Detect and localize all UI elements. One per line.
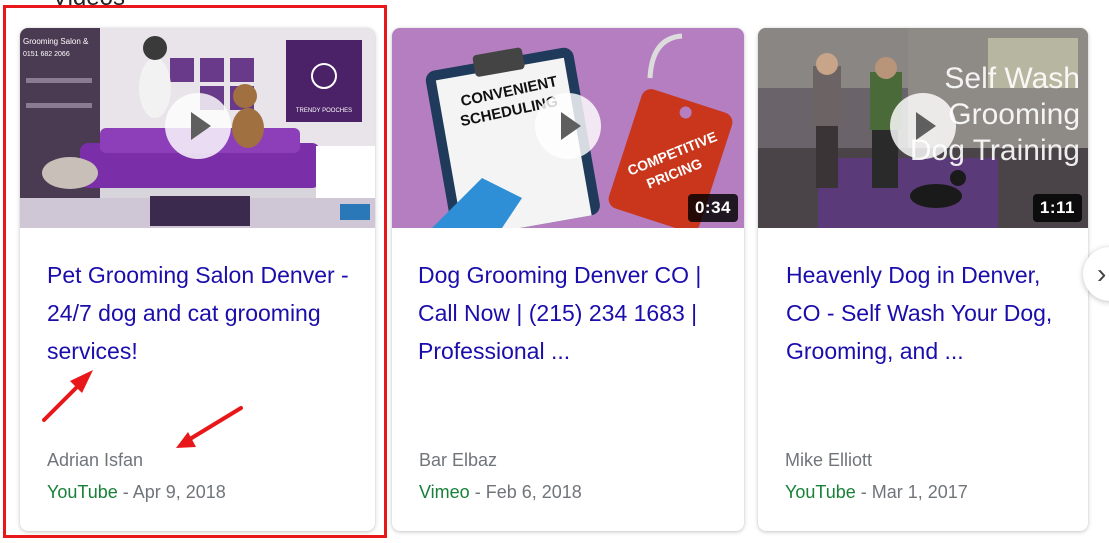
- video-meta: YouTube - Apr 9, 2018: [47, 482, 226, 503]
- video-card-2[interactable]: CONVENIENT SCHEDULING COMPETITIVE PRICIN…: [392, 28, 744, 531]
- video-meta: Vimeo - Feb 6, 2018: [419, 482, 582, 503]
- thumb-overlay-2: Grooming: [948, 98, 1080, 131]
- video-duration: 0:34: [687, 194, 738, 222]
- video-title[interactable]: Pet Grooming Salon Denver - 24/7 dog and…: [47, 256, 361, 370]
- play-icon[interactable]: [890, 93, 956, 159]
- video-card-3[interactable]: Self Wash Grooming Dog Training 1:11 Hea…: [758, 28, 1088, 531]
- video-title[interactable]: Dog Grooming Denver CO | Call Now | (215…: [418, 256, 730, 370]
- thumb-overlay-1: Self Wash: [944, 62, 1080, 95]
- video-author: Mike Elliott: [785, 450, 873, 470]
- play-icon[interactable]: [164, 93, 231, 159]
- play-icon[interactable]: [535, 93, 601, 159]
- thumb-sign-top: Grooming Salon &: [23, 37, 89, 46]
- meta-separator: -: [855, 482, 872, 502]
- video-thumbnail-3[interactable]: Self Wash Grooming Dog Training 1:11: [758, 28, 1088, 228]
- video-date: Feb 6, 2018: [485, 482, 582, 502]
- video-source: Vimeo: [419, 482, 470, 502]
- thumb-sign-phone: 0151 682 2066: [23, 51, 70, 58]
- video-source: YouTube: [785, 482, 856, 502]
- meta-separator: -: [469, 482, 486, 502]
- video-card-1[interactable]: Grooming Salon & 0151 682 2066 TRENDY PO…: [20, 28, 375, 531]
- section-heading: Videos: [52, 0, 125, 10]
- video-thumbnail-1[interactable]: Grooming Salon & 0151 682 2066 TRENDY PO…: [20, 28, 375, 228]
- thumb-logo: TRENDY POOCHES: [296, 108, 352, 114]
- video-date: Mar 1, 2017: [871, 482, 968, 502]
- video-author: Bar Elbaz: [419, 450, 498, 470]
- meta-separator: -: [117, 482, 133, 502]
- video-duration: 1:11: [1032, 194, 1082, 222]
- video-source: YouTube: [47, 482, 118, 502]
- video-thumbnail-2[interactable]: CONVENIENT SCHEDULING COMPETITIVE PRICIN…: [392, 28, 744, 228]
- video-title[interactable]: Heavenly Dog in Denver, CO - Self Wash Y…: [786, 256, 1074, 370]
- video-meta: YouTube - Mar 1, 2017: [785, 482, 968, 503]
- video-author: Adrian Isfan: [47, 450, 144, 470]
- video-date: Apr 9, 2018: [132, 482, 226, 502]
